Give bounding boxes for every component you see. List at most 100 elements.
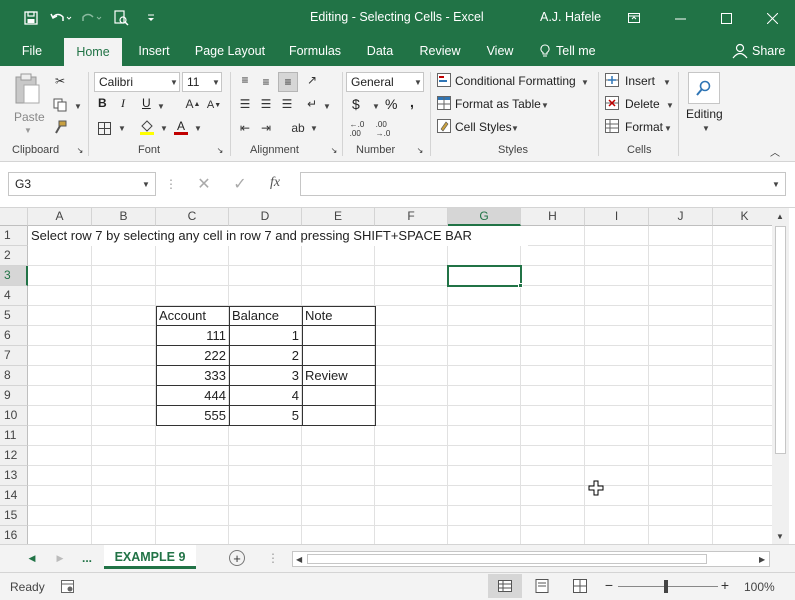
row-header[interactable]: 10 (0, 406, 28, 426)
tab-data[interactable]: Data (358, 36, 402, 66)
merge-dropdown-icon[interactable]: ▼ (323, 102, 331, 111)
next-sheet-icon[interactable]: ▶ (54, 551, 66, 565)
column-header[interactable]: G (448, 208, 521, 226)
column-header[interactable]: B (92, 208, 156, 226)
clipboard-launcher-icon[interactable]: ↘ (76, 146, 84, 155)
column-header[interactable]: C (156, 208, 229, 226)
normal-view-icon[interactable] (488, 574, 522, 598)
conditional-formatting-button[interactable]: Conditional Formatting (455, 74, 576, 88)
bold-button[interactable]: B (98, 96, 107, 110)
delete-button[interactable]: Delete (625, 97, 660, 111)
maximize-icon[interactable] (703, 0, 749, 36)
print-preview-icon[interactable] (110, 8, 132, 28)
insert-cells-icon[interactable] (604, 73, 620, 87)
font-name-dropdown-icon[interactable]: ▼ (170, 78, 178, 87)
row-header[interactable]: 11 (0, 426, 28, 446)
cut-icon[interactable]: ✂ (50, 72, 70, 90)
zoom-slider[interactable] (618, 586, 718, 587)
table-cell[interactable] (302, 346, 375, 366)
fill-handle[interactable] (518, 283, 523, 288)
column-header[interactable]: F (375, 208, 448, 226)
orientation-icon[interactable]: ↗ (302, 72, 322, 88)
borders-dropdown-icon[interactable]: ▼ (118, 124, 126, 133)
column-header[interactable]: A (28, 208, 92, 226)
middle-align-icon[interactable]: ≡ (257, 74, 275, 90)
align-left-icon[interactable]: ☰ (236, 96, 254, 112)
format-button[interactable]: Format (625, 120, 663, 134)
tell-me-search[interactable]: Tell me (556, 36, 604, 66)
row-header[interactable]: 15 (0, 506, 28, 526)
ribbon-display-options-icon[interactable] (611, 0, 657, 36)
tab-file[interactable]: File (12, 36, 52, 66)
table-cell[interactable]: 444 (156, 386, 229, 406)
prev-sheet-icon[interactable]: ◀ (26, 551, 38, 565)
cell-styles-dropdown-icon[interactable]: ▼ (511, 124, 519, 133)
cell-styles-icon[interactable] (436, 119, 452, 133)
comma-button[interactable]: , (410, 94, 414, 110)
table-cell[interactable]: 555 (156, 406, 229, 426)
alignment-launcher-icon[interactable]: ↘ (330, 146, 338, 155)
macro-record-icon[interactable] (60, 579, 74, 593)
horizontal-scrollbar[interactable]: ◀ ▶ (292, 551, 770, 567)
tab-home[interactable]: Home (64, 38, 122, 66)
column-header[interactable]: K (713, 208, 777, 226)
table-cell[interactable]: 4 (229, 386, 302, 406)
cancel-entry-icon[interactable]: ✕ (196, 176, 212, 193)
horizontal-scroll-thumb[interactable] (307, 554, 707, 564)
fill-color-icon[interactable] (138, 118, 156, 136)
format-dropdown-icon[interactable]: ▼ (664, 124, 672, 133)
tab-page-layout[interactable]: Page Layout (188, 36, 272, 66)
vertical-scrollbar[interactable]: ▲ ▼ (772, 208, 789, 544)
delete-dropdown-icon[interactable]: ▼ (666, 101, 674, 110)
tab-view[interactable]: View (478, 36, 522, 66)
wrap-text-icon[interactable]: ↵ (302, 96, 322, 112)
vertical-scroll-thumb[interactable] (775, 226, 786, 454)
borders-icon[interactable] (96, 120, 112, 136)
decrease-font-size-icon[interactable]: A ▼ (206, 97, 222, 113)
fill-color-dropdown-icon[interactable]: ▼ (160, 124, 168, 133)
table-cell[interactable] (302, 406, 375, 426)
table-cell[interactable]: 111 (156, 326, 229, 346)
top-align-icon[interactable]: ≡ (236, 72, 254, 88)
increase-font-size-icon[interactable]: A ▲ (184, 96, 202, 112)
align-center-icon[interactable]: ☰ (257, 96, 275, 112)
underline-button[interactable]: U (142, 96, 151, 110)
tab-insert[interactable]: Insert (130, 36, 178, 66)
new-sheet-icon[interactable]: + (229, 550, 245, 566)
scroll-right-icon[interactable]: ▶ (759, 555, 765, 564)
row-header[interactable]: 3 (0, 266, 28, 286)
italic-button[interactable]: I (121, 96, 125, 111)
formula-input[interactable] (300, 172, 786, 196)
number-launcher-icon[interactable]: ↘ (416, 146, 424, 155)
selected-cell[interactable] (447, 265, 522, 287)
name-box[interactable]: G3 (8, 172, 156, 196)
share-person-icon[interactable] (732, 43, 748, 59)
row-header[interactable]: 8 (0, 366, 28, 386)
underline-dropdown-icon[interactable]: ▼ (157, 102, 165, 111)
decrease-decimal-icon[interactable]: .00 →.0 (372, 120, 394, 138)
table-cell[interactable]: 2 (229, 346, 302, 366)
column-header[interactable]: J (649, 208, 713, 226)
paste-icon[interactable] (12, 72, 42, 110)
font-color-icon[interactable]: A (172, 118, 190, 136)
font-launcher-icon[interactable]: ↘ (216, 146, 224, 155)
cell-styles-button[interactable]: Cell Styles (455, 120, 512, 134)
align-right-icon[interactable]: ☰ (278, 96, 296, 112)
scroll-left-icon[interactable]: ◀ (296, 555, 302, 564)
row-header[interactable]: 5 (0, 306, 28, 326)
number-format-select[interactable]: General (346, 72, 424, 92)
column-header[interactable]: H (521, 208, 585, 226)
decrease-indent-icon[interactable]: ⇤ (236, 120, 254, 136)
row-header[interactable]: 14 (0, 486, 28, 506)
more-sheets-button[interactable]: ... (82, 551, 92, 565)
tab-review[interactable]: Review (412, 36, 468, 66)
zoom-in-icon[interactable]: + (720, 577, 730, 593)
name-box-dropdown-icon[interactable]: ▼ (142, 180, 150, 189)
tab-formulas[interactable]: Formulas (282, 36, 348, 66)
text-direction-dropdown-icon[interactable]: ▼ (310, 124, 318, 133)
save-icon[interactable] (20, 8, 42, 28)
tab-split-grip-icon[interactable]: ⋮ (267, 551, 279, 565)
font-name-select[interactable]: Calibri (94, 72, 180, 92)
table-cell[interactable]: 3 (229, 366, 302, 386)
table-cell[interactable]: 5 (229, 406, 302, 426)
